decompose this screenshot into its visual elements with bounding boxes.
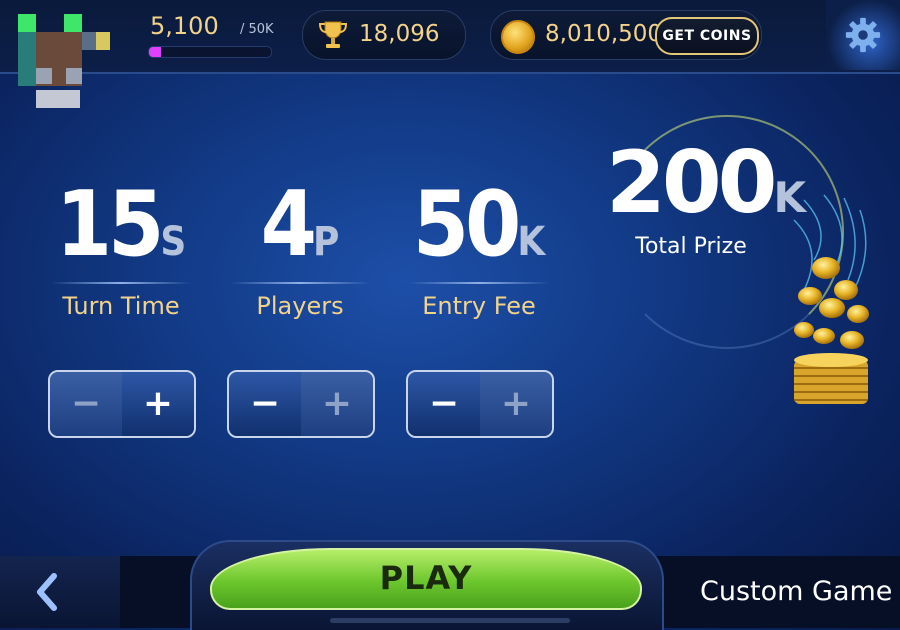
xp-progress-bar <box>148 46 272 58</box>
trophy-count: 18,096 <box>359 21 440 47</box>
plus-icon: + <box>142 383 174 424</box>
turn-time-setting: 15S Turn Time <box>36 180 206 320</box>
plus-icon: + <box>500 383 532 424</box>
coin-count: 8,010,500 <box>545 21 663 47</box>
entry-fee-stepper: − + <box>406 370 554 438</box>
entry-fee-value: 50 <box>412 172 522 277</box>
turn-time-unit: S <box>160 219 187 265</box>
divider <box>51 282 191 284</box>
entry-fee-minus-button[interactable]: − <box>408 372 482 436</box>
turn-time-label: Turn Time <box>62 292 180 320</box>
play-button[interactable]: PLAY <box>210 548 642 610</box>
minus-icon: − <box>249 383 281 424</box>
turn-time-stepper: − + <box>48 370 196 438</box>
xp-value: 5,100 <box>150 12 219 40</box>
entry-fee-label: Entry Fee <box>422 292 536 320</box>
xp-progress-fill <box>149 47 162 57</box>
trophy-icon <box>318 21 348 48</box>
players-setting: 4P Players <box>215 180 385 320</box>
gear-icon <box>845 17 881 53</box>
players-minus-button[interactable]: − <box>229 372 303 436</box>
total-prize: 200K Total Prize <box>606 138 806 259</box>
minus-icon: − <box>70 383 102 424</box>
entry-fee-plus-button[interactable]: + <box>480 372 552 436</box>
divider <box>230 282 370 284</box>
entry-fee-setting: 50K Entry Fee <box>394 180 564 320</box>
turn-time-minus-button[interactable]: − <box>50 372 124 436</box>
screen-title: Custom Game <box>700 576 893 607</box>
back-icon <box>37 573 57 611</box>
turn-time-value: 15 <box>55 172 165 277</box>
players-stepper: − + <box>227 370 375 438</box>
back-button[interactable] <box>0 556 120 628</box>
coins-pile <box>793 194 869 404</box>
trophy-counter[interactable]: 18,096 <box>302 10 466 60</box>
entry-fee-unit: K <box>517 219 546 265</box>
minus-icon: − <box>428 383 460 424</box>
plus-icon: + <box>321 383 353 424</box>
coin-icon <box>501 20 535 54</box>
players-value: 4 <box>260 172 317 277</box>
xp-max: / 50K <box>240 22 274 37</box>
players-unit: P <box>312 219 340 265</box>
settings-button[interactable] <box>826 0 900 70</box>
players-plus-button[interactable]: + <box>301 372 373 436</box>
turn-time-plus-button[interactable]: + <box>122 372 194 436</box>
get-coins-button[interactable]: GET COINS <box>655 17 759 55</box>
players-label: Players <box>256 292 344 320</box>
divider <box>409 282 549 284</box>
avatar[interactable] <box>18 14 110 110</box>
home-indicator <box>330 618 570 623</box>
total-prize-label: Total Prize <box>635 234 747 259</box>
total-prize-value: 200 <box>606 133 778 233</box>
coin-counter: 8,010,500 GET COINS <box>490 10 762 60</box>
